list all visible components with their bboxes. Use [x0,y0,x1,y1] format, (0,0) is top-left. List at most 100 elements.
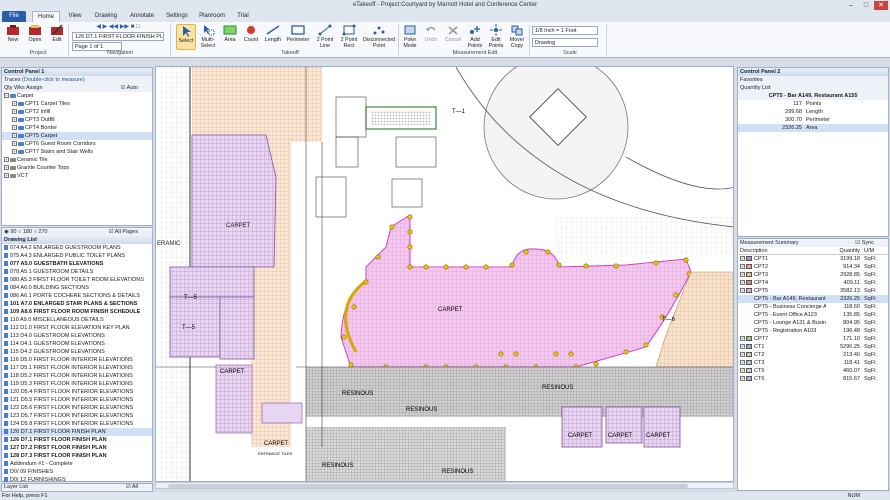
tab-drawing[interactable]: Drawing [90,11,122,22]
expand-toggle-icon[interactable]: + [12,133,17,139]
drawing-list-item[interactable]: 121 D5.5 FIRST FLOOR INTERIOR ELEVATIONS [2,396,152,404]
drawing-list-item[interactable]: 080 A5.3 FIRST FLOOR TOILET ROOM ELEVATI… [2,276,152,284]
quantity-row[interactable]: 299.68 Length [738,108,888,116]
undo-button[interactable]: Undo [422,24,440,43]
summary-row[interactable]: + CPT1 3199.18 SqFt [738,255,888,263]
favorites-header[interactable]: Favorites [738,76,888,84]
summary-row[interactable]: + CPT7 171.10 SqFt [738,335,888,343]
quantity-row[interactable]: 117 Points [738,100,888,108]
expand-toggle-icon[interactable]: + [12,141,17,147]
multi-select-button[interactable]: Multi-Select [198,24,218,49]
tab-trial[interactable]: Trial [232,11,254,22]
expand-toggle-icon[interactable]: + [740,288,745,294]
drawing-list-item[interactable]: 123 D5.7 FIRST FLOOR INTERIOR ELEVATIONS [2,412,152,420]
trace-item[interactable]: − Carpet [2,92,152,100]
summary-row[interactable]: + CPT4 409.11 SqFt [738,279,888,287]
expand-toggle-icon[interactable]: + [740,336,745,342]
drawing-list-item[interactable]: 118 D5.2 FIRST FLOOR INTERIOR ELEVATIONS [2,372,152,380]
drawing-list-item[interactable]: 119 D5.3 FIRST FLOOR INTERIOR ELEVATIONS [2,380,152,388]
drawing-list-item[interactable]: 077 A5.0 GUESTBATH ELEVATIONS [2,260,152,268]
expand-toggle-icon[interactable]: + [12,149,17,155]
expand-toggle-icon[interactable]: + [12,109,17,115]
drawing-list-item[interactable]: D0/ 09 FINISHES [2,468,152,476]
select-button[interactable]: Select [176,24,196,50]
scale-type-combo[interactable]: Drawing [532,38,598,47]
expand-toggle-icon[interactable]: + [740,352,745,358]
cancel-button[interactable]: Cancel [443,24,463,43]
zoom-270-option[interactable]: ○ 270 [34,229,48,235]
edit-points-button[interactable]: Edit Points [487,24,505,49]
summary-row[interactable]: CPT5 - Business Concierge A104 118.60 SqFt [738,303,888,311]
expand-toggle-icon[interactable]: − [4,93,9,99]
area-button[interactable]: Area [222,24,238,43]
drawing-list-item[interactable]: 117 D5.1 FIRST FLOOR INTERIOR ELEVATIONS [2,364,152,372]
open-button[interactable]: Open [25,24,45,43]
two-point-rect-button[interactable]: 2 Point Rect [338,24,360,49]
move-copy-button[interactable]: Move/ Copy [507,24,527,49]
drawing-canvas[interactable]: CARPET T—5 T—5 ERAMIC CARPET CARPET ENTR… [155,66,734,482]
trace-item[interactable]: + CPT6 Guest Room Corridors [2,140,152,148]
drawing-list-item[interactable]: 122 D5.6 FIRST FLOOR INTERIOR ELEVATIONS [2,404,152,412]
poke-mode-button[interactable]: Poke Mode [401,24,419,49]
trace-item[interactable]: + CPT3 Outfill [2,116,152,124]
summary-row[interactable]: + CPT5 3582.13 SqFt [738,287,888,295]
scale-combo[interactable]: 1/8 Inch = 1 Foot [532,26,598,35]
close-button[interactable]: ✕ [874,1,888,10]
expand-toggle-icon[interactable]: + [740,344,745,350]
summary-row[interactable]: + CT1 5290.25 SqFt [738,343,888,351]
edit-button[interactable]: Edit [48,24,66,43]
summary-row[interactable]: + CPT2 914.34 SqFt [738,263,888,271]
drawing-list-item[interactable]: 115 D4.2 GUESTROOM ELEVATIONS [2,348,152,356]
drawing-list-item[interactable]: 078 A5.1 GUESTROOM DETAILS [2,268,152,276]
count-button[interactable]: Count [242,24,260,43]
add-points-button[interactable]: Add Points [466,24,484,49]
zoom-180-option[interactable]: ○ 180 [18,229,32,235]
tab-settings[interactable]: Settings [162,11,192,22]
nav-arrows[interactable]: ◀ ▶ ◀◀ ▶▶ ■ □ [72,24,164,31]
trace-item[interactable]: + VCT [2,172,152,180]
trace-item[interactable]: + CPT5 Carpet [2,132,152,140]
drawing-list-item[interactable]: 120 D5.4 FIRST FLOOR INTERIOR ELEVATIONS [2,388,152,396]
drawing-list-item[interactable]: 116 D5.0 FIRST FLOOR INTERIOR ELEVATIONS [2,356,152,364]
summary-row[interactable]: + CT3 118.41 SqFt [738,359,888,367]
drawing-list-item[interactable]: 084 A6.0 BUILDING SECTIONS [2,284,152,292]
length-button[interactable]: Length [263,24,283,43]
drawing-list-item[interactable]: 114 D4.1 GUESTROOM ELEVATIONS [2,340,152,348]
drawing-list-item[interactable]: 112 D1.0 FIRST FLOOR ELEVATION KEY PLAN [2,324,152,332]
new-button[interactable]: New [4,24,22,43]
floor-plan[interactable]: CARPET T—5 T—5 ERAMIC CARPET CARPET ENTR… [156,67,734,482]
drawing-list-item[interactable]: 109 A8.6 FIRST FLOOR ROOM FINISH SCHEDUL… [2,308,152,316]
drawing-list-item[interactable]: 074 A4.2 ENLARGED GUESTROOM PLANS [2,244,152,252]
drawing-list-item[interactable]: 075 A4.3 ENLARGED PUBLIC TOILET PLANS [2,252,152,260]
maximize-button[interactable]: □ [859,1,873,10]
layer-all-toggle[interactable]: ☑ All [126,484,138,491]
expand-toggle-icon[interactable]: + [4,157,9,163]
summary-header-description[interactable]: Description [738,247,826,255]
quantity-row[interactable]: 2326.25 Area [738,124,888,132]
trace-item[interactable]: + CPT2 Infill [2,108,152,116]
hscroll-thumb[interactable] [168,484,688,488]
drawing-list-item[interactable]: 126 D7.1 FIRST FLOOR FINISH PLAN [2,428,152,436]
drawing-list-item[interactable]: 101 A7.0 ENLARGED STAIR PLANS & SECTIONS [2,300,152,308]
trace-item[interactable]: + CPT7 Stairs and Stair Wells [2,148,152,156]
expand-toggle-icon[interactable]: + [12,117,17,123]
sync-toggle[interactable]: ☑ Sync [855,239,874,247]
perimeter-button[interactable]: Perimeter [286,24,310,43]
summary-row[interactable]: + CT6 815.67 SqFt [738,375,888,383]
trace-item[interactable]: + CPT1 Carpet Tiles [2,100,152,108]
summary-row[interactable]: CPT5 - Registration A103 196.48 SqFt [738,327,888,335]
auto-toggle[interactable]: ☑ Auto [121,84,138,92]
expand-toggle-icon[interactable]: + [740,376,745,382]
quantity-row[interactable]: 300.70 Perimeter [738,116,888,124]
expand-toggle-icon[interactable]: + [740,280,745,286]
trace-item[interactable]: + CPT4 Border [2,124,152,132]
drawing-nav-combo[interactable]: 126 D7.1 FIRST FLOOR FINISH PLAN [72,32,164,41]
expand-toggle-icon[interactable]: + [740,368,745,374]
drawing-list-item[interactable]: 126 D7.1 FIRST FLOOR FINISH PLAN [2,436,152,444]
drawing-list-item[interactable]: 127 D7.2 FIRST FLOOR FINISH PLAN [2,444,152,452]
drawing-list-item[interactable]: 110 A9.0 MISCELLANEOUS DETAILS [2,316,152,324]
all-pages-toggle[interactable]: ☑ All Pages [109,228,138,236]
expand-toggle-icon[interactable]: + [740,272,745,278]
trace-item[interactable]: + Ceramic Tile [2,156,152,164]
summary-row[interactable]: CPT5 - Event Office A123 135.85 SqFt [738,311,888,319]
